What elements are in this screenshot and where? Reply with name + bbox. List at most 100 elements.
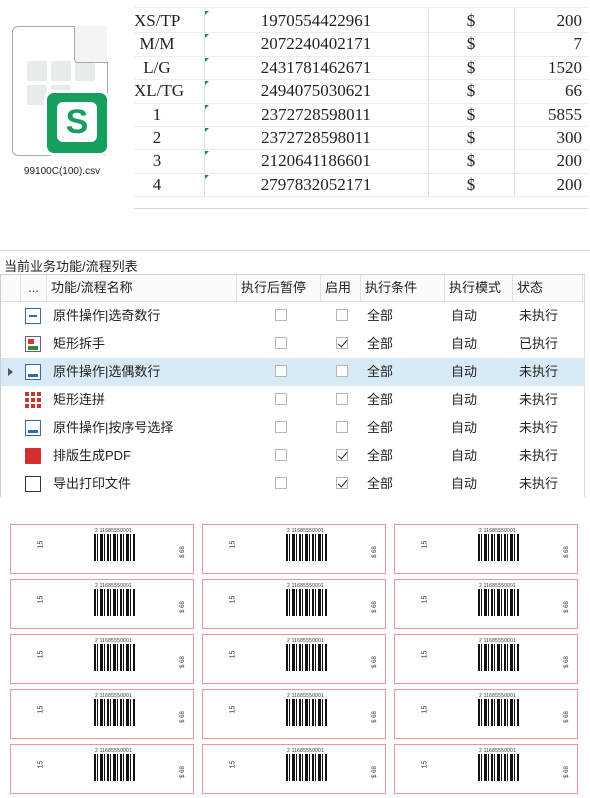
csv-cell-currency[interactable]: $ [430,173,512,196]
csv-cell-code[interactable]: M/M [134,32,180,55]
barcode-label[interactable]: 15 2 11685550001 $ 68 [10,689,194,739]
barcode-label[interactable]: 15 2 11685550001 $ 68 [394,634,578,684]
process-row[interactable]: 原件操作|选奇数行 全部 自动 未执行 [1,302,585,330]
csv-cell-currency[interactable]: $ [430,79,512,102]
csv-row[interactable]: 2 2372728598011 $300 [134,126,588,149]
barcode-label[interactable]: 15 2 11685550001 $ 68 [394,579,578,629]
header-pause[interactable]: 执行后暂停 [237,275,321,301]
csv-cell-currency[interactable]: $ [430,149,512,172]
enable-checkbox[interactable] [336,309,348,321]
process-row[interactable]: 矩形拆手 全部 自动 已执行 [1,330,585,358]
header-condition[interactable]: 执行条件 [361,275,445,301]
process-name[interactable]: 原件操作|选奇数行 [53,302,233,330]
mode-cell[interactable]: 自动 [451,442,511,470]
csv-cell-number[interactable]: 2372728598011 [204,126,428,149]
process-name[interactable]: 矩形连拼 [53,386,233,414]
barcode-label[interactable]: 15 2 11685550001 $ 68 [394,744,578,794]
enable-checkbox[interactable] [336,449,348,461]
process-name[interactable]: 导出打印文件 [53,470,233,498]
condition-cell[interactable]: 全部 [367,358,437,386]
pause-checkbox[interactable] [275,365,287,377]
csv-row[interactable]: 1 2372728598011 $5855 [134,102,588,126]
csv-cell-code[interactable]: XS/TP [134,9,180,32]
mode-cell[interactable]: 自动 [451,358,511,386]
header-more[interactable]: ... [21,275,47,301]
condition-cell[interactable]: 全部 [367,302,437,330]
csv-row[interactable]: 4 2797832052171 $200 [134,172,588,196]
barcode-label[interactable]: 15 2 11685550001 $ 68 [10,579,194,629]
csv-row[interactable]: 3 2120641186601 $200 [134,149,588,173]
pause-checkbox[interactable] [275,449,287,461]
process-name[interactable]: 原件操作|选偶数行 [53,358,233,386]
condition-cell[interactable]: 全部 [367,386,437,414]
pause-checkbox[interactable] [275,393,287,405]
csv-cell-code[interactable]: XL/TG [134,79,184,102]
csv-cell-number[interactable]: 2494075030621 [204,79,428,102]
csv-cell-currency[interactable]: $ [430,126,512,149]
csv-cell-number[interactable]: 2072240402171 [204,32,428,55]
process-name[interactable]: 矩形拆手 [53,330,233,358]
process-row[interactable]: 原件操作|选偶数行 全部 自动 未执行 [1,358,585,386]
condition-cell[interactable]: 全部 [367,442,437,470]
enable-checkbox[interactable] [336,393,348,405]
csv-cell-qty[interactable]: 200 [514,9,583,32]
enable-checkbox[interactable] [336,337,348,349]
mode-cell[interactable]: 自动 [451,330,511,358]
csv-row[interactable]: XL/TG 2494075030621 $66 [134,79,588,103]
csv-cell-number[interactable]: 2431781462671 [204,56,428,79]
barcode-label[interactable]: 15 2 11685550001 $ 68 [202,634,386,684]
header-status[interactable]: 状态 [513,275,583,301]
header-enable[interactable]: 启用 [321,275,361,301]
csv-cell-number[interactable]: 2120641186601 [204,149,428,172]
barcode-label[interactable]: 15 2 11685550001 $ 68 [10,524,194,574]
barcode-label[interactable]: 15 2 11685550001 $ 68 [202,689,386,739]
csv-cell-code[interactable]: 3 [134,149,180,172]
csv-file-icon[interactable]: S 99100C(100).csv [10,26,114,178]
barcode-label[interactable]: 15 2 11685550001 $ 68 [202,524,386,574]
barcode-label[interactable]: 15 2 11685550001 $ 68 [202,579,386,629]
csv-cell-currency[interactable]: $ [430,32,512,55]
pause-checkbox[interactable] [275,421,287,433]
csv-cell-currency[interactable]: $ [430,103,512,126]
condition-cell[interactable]: 全部 [367,414,437,442]
csv-cell-code[interactable]: L/G [134,56,180,79]
enable-checkbox[interactable] [336,365,348,377]
csv-cell-qty[interactable]: 200 [514,149,583,172]
pause-checkbox[interactable] [275,477,287,489]
process-row[interactable]: 导出打印文件 全部 自动 未执行 [1,470,585,498]
csv-row[interactable]: L/G 2431781462671 $1520 [134,55,588,79]
mode-cell[interactable]: 自动 [451,302,511,330]
csv-cell-currency[interactable]: $ [430,56,512,79]
csv-cell-number[interactable]: 1970554422961 [204,9,428,32]
mode-cell[interactable]: 自动 [451,470,511,498]
process-row[interactable]: 矩形连拼 全部 自动 未执行 [1,386,585,414]
csv-cell-qty[interactable]: 200 [514,173,583,196]
mode-cell[interactable]: 自动 [451,386,511,414]
header-name[interactable]: 功能/流程名称 [47,275,237,301]
process-name[interactable]: 排版生成PDF [53,442,233,470]
barcode-label[interactable]: 15 2 11685550001 $ 68 [10,744,194,794]
csv-cell-qty[interactable]: 7 [514,32,583,55]
barcode-label[interactable]: 15 2 11685550001 $ 68 [202,744,386,794]
pause-checkbox[interactable] [275,337,287,349]
csv-cell-qty[interactable]: 300 [514,126,583,149]
csv-cell-qty[interactable]: 5855 [514,103,582,126]
csv-row[interactable]: M/M 2072240402171 $7 [134,32,588,56]
csv-cell-number[interactable]: 2372728598011 [204,103,428,126]
condition-cell[interactable]: 全部 [367,470,437,498]
header-mode[interactable]: 执行模式 [445,275,513,301]
csv-cell-qty[interactable]: 66 [514,79,582,102]
enable-checkbox[interactable] [336,477,348,489]
process-name[interactable]: 原件操作|按序号选择 [53,414,233,442]
process-row[interactable]: 排版生成PDF 全部 自动 未执行 [1,442,585,470]
mode-cell[interactable]: 自动 [451,414,511,442]
barcode-label[interactable]: 15 2 11685550001 $ 68 [394,524,578,574]
pause-checkbox[interactable] [275,309,287,321]
csv-cell-code[interactable]: 2 [134,126,180,149]
csv-cell-code[interactable]: 4 [134,173,180,196]
csv-cell-code[interactable]: 1 [134,103,180,126]
condition-cell[interactable]: 全部 [367,330,437,358]
process-row[interactable]: 原件操作|按序号选择 全部 自动 未执行 [1,414,585,442]
csv-cell-number[interactable]: 2797832052171 [204,173,428,196]
csv-row[interactable]: XS/TP 1970554422961 $200 [134,9,588,32]
